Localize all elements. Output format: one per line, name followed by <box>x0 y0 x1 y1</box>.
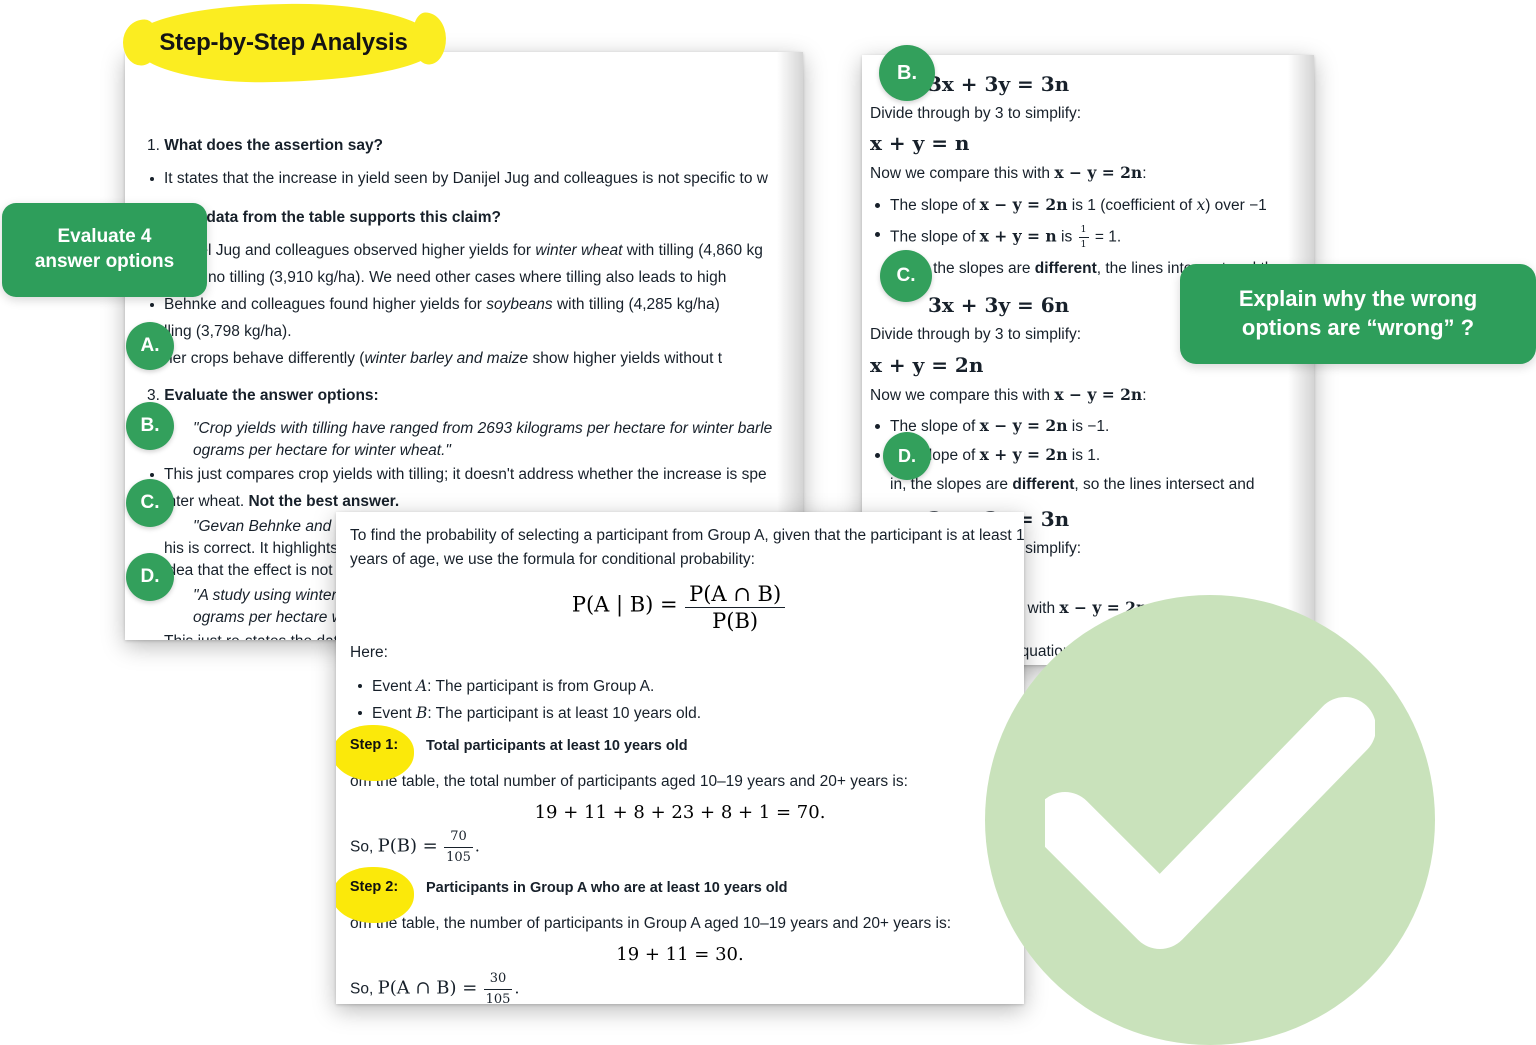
list-item: Behnke and colleagues found higher yield… <box>147 294 785 316</box>
option-badge-d[interactable]: D. <box>126 553 174 601</box>
success-check-circle <box>985 595 1435 1045</box>
question-1-bullets: It states that the increase in yield see… <box>147 168 785 190</box>
slopes-badge-d[interactable]: D. <box>883 432 931 480</box>
block-c-bullet-2: The slope of x + y = 2n is 1. <box>870 444 1314 467</box>
option-badge-c[interactable]: C. <box>126 479 174 527</box>
callout-right-line1: Explain why the wrong <box>1238 286 1478 312</box>
fraction-30-over-105: 30 105 <box>483 970 513 1004</box>
bullet-continuation: lling (3,798 kg/ha). <box>147 321 785 343</box>
block-c-compare-equation: x − y = 2n <box>1054 384 1143 404</box>
bullet-continuation: red to no tilling (3,910 kg/ha). We need… <box>147 267 785 289</box>
option-a-verdict: Not the best answer. <box>248 492 400 510</box>
fraction-one-over-one: 11 <box>1078 223 1089 250</box>
slopes-badge-b[interactable]: B. <box>879 45 935 101</box>
step-1-row: Step 1: Total participants at least 10 y… <box>336 724 1010 781</box>
slopes-badge-c[interactable]: C. <box>880 250 932 302</box>
fraction-70-over-105: 70 105 <box>444 828 473 865</box>
block-c-bullet-1: The slope of x − y = 2n is −1. <box>870 415 1314 438</box>
callout-left-line1: Evaluate 4 <box>57 226 152 248</box>
step-1-highlight <box>336 724 414 781</box>
option-a-eval-line1: This just compares crop yields with till… <box>147 464 785 486</box>
events-list: Event A: The participant is from Group A… <box>350 675 1010 726</box>
bullet-emphasis: winter barley and maize <box>364 349 529 367</box>
question-2-text: What data from the table supports this c… <box>164 208 501 226</box>
block-c-compare-prefix: Now we compare this with <box>870 386 1055 404</box>
question-2-heading: 2. What data from the table supports thi… <box>147 208 785 229</box>
step-1-result: So, P(B) = 70 105. <box>350 827 1010 868</box>
block-b-simplified: x + y = n <box>870 131 970 156</box>
block-c-bullet-3: in, the slopes are different, so the lin… <box>890 475 1255 493</box>
bullet-text: Danijel Jug and colleagues observed high… <box>164 241 536 259</box>
step-2-result: So, P(A ∩ B) = 30 105. <box>350 969 1010 1004</box>
bullet-text-cont: with tilling (4,860 kg <box>622 241 763 259</box>
option-a-block: "Crop yields with tilling have ranged fr… <box>147 418 785 513</box>
bullet-text-cont: show higher yields without t <box>528 349 723 367</box>
block-b-compare-equation: x − y = 2n <box>1054 163 1143 183</box>
bullet-text-cont: with tilling (4,285 kg/ha) <box>552 295 720 313</box>
page-title-highlight: Step-by-Step Analysis <box>130 2 437 84</box>
option-badge-b[interactable]: B. <box>126 402 174 450</box>
step-1-label: Step 1: <box>349 736 399 753</box>
event-a-item: Event A: The participant is from Group A… <box>350 675 1010 698</box>
block-c-simplified: x + y = 2n <box>870 352 984 377</box>
probability-intro-line1: To find the probability of selecting a p… <box>350 527 1024 544</box>
check-icon <box>1045 697 1375 949</box>
bullet-emphasis: soybeans <box>486 295 553 313</box>
probability-intro-line2: years of age, we use the formula for con… <box>350 551 755 569</box>
slopes-block-b: 3x + 3y = 3n Divide through by 3 to simp… <box>870 69 1314 280</box>
event-b-item: Event B: The participant is at least 10 … <box>350 702 1010 725</box>
formula-fraction: P(A ∩ B) P(B) <box>685 582 786 633</box>
option-a-quote-line1: "Crop yields with tilling have ranged fr… <box>193 419 773 437</box>
option-a-eval-line2: inter wheat. <box>164 492 249 510</box>
formula-lhs: P(A | B) = <box>571 592 678 617</box>
callout-right-line2: options are “wrong” ? <box>1241 315 1475 340</box>
callout-explain-wrong: Explain why the wrong options are “wrong… <box>1180 264 1536 364</box>
list-item: Danijel Jug and colleagues observed high… <box>147 240 785 262</box>
question-3-heading: 3. Evaluate the answer options: <box>147 386 785 407</box>
step-1-equation: 19 + 11 + 8 + 23 + 8 + 1 = 70. <box>534 801 826 823</box>
probability-card: To find the probability of selecting a p… <box>336 512 1024 1004</box>
here-label: Here: <box>350 644 388 662</box>
option-c-quote-line2: ograms per hectare wit <box>193 608 351 626</box>
step-2-row: Step 2: Participants in Group A who are … <box>336 866 1010 923</box>
bullet-text: her crops behave differently ( <box>164 349 365 367</box>
list-item: her crops behave differently (winter bar… <box>147 348 785 370</box>
callout-evaluate-options: Evaluate 4 answer options <box>2 203 207 297</box>
option-badge-a[interactable]: A. <box>126 322 174 370</box>
step-1-title: Total participants at least 10 years old <box>426 737 688 754</box>
conditional-probability-formula: P(A | B) = P(A ∩ B) P(B) <box>350 582 1010 633</box>
callout-left-line2: answer options <box>34 251 175 272</box>
step-2-equation: 19 + 11 = 30. <box>616 943 744 965</box>
step-1-text: om the table, the total number of partic… <box>350 772 908 790</box>
question-1-heading: 1. What does the assertion say? <box>147 136 785 157</box>
question-1-text: What does the assertion say? <box>164 137 384 154</box>
bullet-text: Behnke and colleagues found higher yield… <box>164 295 487 313</box>
block-b-divide-text: Divide through by 3 to simplify: <box>870 105 1082 122</box>
question-2-bullets: Danijel Jug and colleagues observed high… <box>147 240 785 370</box>
block-c-equation: 3x + 3y = 6n <box>928 293 1070 318</box>
block-b-compare-suffix: : <box>1142 165 1147 183</box>
step-2-text: om the table, the number of participants… <box>350 914 952 932</box>
question-1-number: 1. <box>147 137 160 154</box>
block-b-compare-prefix: Now we compare this with <box>870 165 1055 183</box>
page-title: Step-by-Step Analysis <box>159 29 408 56</box>
block-b-equation: 3x + 3y = 3n <box>928 72 1070 96</box>
step-2-label: Step 2: <box>349 878 399 895</box>
step-2-highlight <box>336 866 414 923</box>
list-item: It states that the increase in yield see… <box>147 168 785 190</box>
block-b-bullet-2: The slope of x + y = n is 11 = 1. <box>870 223 1314 252</box>
step-2-title: Participants in Group A who are at least… <box>426 879 788 896</box>
bullet-emphasis: winter wheat <box>535 241 623 259</box>
block-b-bullet-1: The slope of x − y = 2n is 1 (coefficien… <box>870 194 1314 217</box>
question-3-text: Evaluate the answer options: <box>164 386 379 404</box>
option-a-quote-line2: ograms per hectare for winter wheat." <box>193 441 451 459</box>
